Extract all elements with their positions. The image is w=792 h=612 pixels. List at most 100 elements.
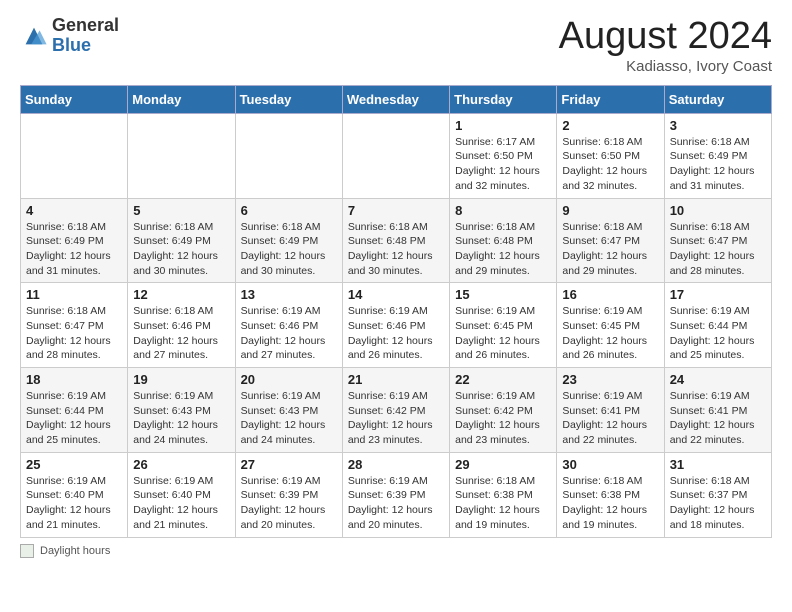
day-info: Sunrise: 6:18 AM Sunset: 6:48 PM Dayligh… bbox=[348, 220, 444, 279]
day-info: Sunrise: 6:18 AM Sunset: 6:47 PM Dayligh… bbox=[26, 304, 122, 363]
day-number: 22 bbox=[455, 372, 551, 387]
logo-general-text: General bbox=[52, 16, 119, 36]
day-number: 11 bbox=[26, 287, 122, 302]
table-row: 19 Sunrise: 6:19 AM Sunset: 6:43 PM Dayli… bbox=[128, 368, 235, 453]
day-number: 17 bbox=[670, 287, 766, 302]
table-row: 29Sunrise: 6:18 AM Sunset: 6:38 PM Dayli… bbox=[450, 452, 557, 537]
day-number: 23 bbox=[562, 372, 658, 387]
day-info: Sunrise: 6:18 AM Sunset: 6:47 PM Dayligh… bbox=[562, 220, 658, 279]
table-row: 18 Sunrise: 6:19 AM Sunset: 6:44 PM Dayli… bbox=[21, 368, 128, 453]
month-title: August 2024 bbox=[559, 16, 772, 58]
day-number: 14 bbox=[348, 287, 444, 302]
table-row: 6 Sunrise: 6:18 AM Sunset: 6:49 PM Daylig… bbox=[235, 198, 342, 283]
calendar-header-row: Sunday Monday Tuesday Wednesday Thursday… bbox=[21, 85, 772, 113]
header-monday: Monday bbox=[128, 85, 235, 113]
header-saturday: Saturday bbox=[664, 85, 771, 113]
day-info: Sunrise: 6:19 AM Sunset: 6:40 PM Dayligh… bbox=[26, 474, 122, 533]
header: General Blue August 2024 Kadiasso, Ivory… bbox=[20, 16, 772, 75]
day-info: Sunrise: 6:19 AM Sunset: 6:45 PM Dayligh… bbox=[455, 304, 551, 363]
day-number: 12 bbox=[133, 287, 229, 302]
table-row: 31Sunrise: 6:18 AM Sunset: 6:37 PM Dayli… bbox=[664, 452, 771, 537]
day-info: Sunrise: 6:18 AM Sunset: 6:49 PM Dayligh… bbox=[133, 220, 229, 279]
day-info: Sunrise: 6:18 AM Sunset: 6:48 PM Dayligh… bbox=[455, 220, 551, 279]
table-row: 10 Sunrise: 6:18 AM Sunset: 6:47 PM Dayli… bbox=[664, 198, 771, 283]
day-info: Sunrise: 6:19 AM Sunset: 6:39 PM Dayligh… bbox=[241, 474, 337, 533]
day-info: Sunrise: 6:19 AM Sunset: 6:41 PM Dayligh… bbox=[562, 389, 658, 448]
table-row bbox=[21, 113, 128, 198]
day-number: 7 bbox=[348, 203, 444, 218]
daylight-legend-label: Daylight hours bbox=[40, 545, 110, 557]
table-row: 15 Sunrise: 6:19 AM Sunset: 6:45 PM Dayli… bbox=[450, 283, 557, 368]
table-row: 3 Sunrise: 6:18 AM Sunset: 6:49 PM Daylig… bbox=[664, 113, 771, 198]
table-row: 16Sunrise: 6:19 AM Sunset: 6:45 PM Dayli… bbox=[557, 283, 664, 368]
day-info: Sunrise: 6:18 AM Sunset: 6:49 PM Dayligh… bbox=[670, 135, 766, 194]
day-info: Sunrise: 6:18 AM Sunset: 6:38 PM Dayligh… bbox=[562, 474, 658, 533]
table-row: 27 Sunrise: 6:19 AM Sunset: 6:39 PM Dayli… bbox=[235, 452, 342, 537]
logo-icon bbox=[20, 22, 48, 50]
table-row: 20 Sunrise: 6:19 AM Sunset: 6:43 PM Dayli… bbox=[235, 368, 342, 453]
table-row: 9Sunrise: 6:18 AM Sunset: 6:47 PM Daylig… bbox=[557, 198, 664, 283]
day-number: 20 bbox=[241, 372, 337, 387]
table-row: 22 Sunrise: 6:19 AM Sunset: 6:42 PM Dayli… bbox=[450, 368, 557, 453]
day-number: 16 bbox=[562, 287, 658, 302]
day-number: 19 bbox=[133, 372, 229, 387]
calendar-table: Sunday Monday Tuesday Wednesday Thursday… bbox=[20, 85, 772, 538]
day-info: Sunrise: 6:17 AM Sunset: 6:50 PM Dayligh… bbox=[455, 135, 551, 194]
table-row: 13 Sunrise: 6:19 AM Sunset: 6:46 PM Dayli… bbox=[235, 283, 342, 368]
table-row: 21Sunrise: 6:19 AM Sunset: 6:42 PM Dayli… bbox=[342, 368, 449, 453]
day-number: 2 bbox=[562, 118, 658, 133]
day-number: 31 bbox=[670, 457, 766, 472]
day-number: 27 bbox=[241, 457, 337, 472]
table-row bbox=[235, 113, 342, 198]
table-row bbox=[128, 113, 235, 198]
day-info: Sunrise: 6:19 AM Sunset: 6:46 PM Dayligh… bbox=[348, 304, 444, 363]
table-row: 5Sunrise: 6:18 AM Sunset: 6:49 PM Daylig… bbox=[128, 198, 235, 283]
calendar-week-1: 1 Sunrise: 6:17 AM Sunset: 6:50 PM Daylig… bbox=[21, 113, 772, 198]
table-row: 14 Sunrise: 6:19 AM Sunset: 6:46 PM Dayli… bbox=[342, 283, 449, 368]
table-row: 4 Sunrise: 6:18 AM Sunset: 6:49 PM Daylig… bbox=[21, 198, 128, 283]
table-row: 25 Sunrise: 6:19 AM Sunset: 6:40 PM Dayli… bbox=[21, 452, 128, 537]
day-number: 26 bbox=[133, 457, 229, 472]
day-number: 10 bbox=[670, 203, 766, 218]
daylight-legend-box bbox=[20, 544, 34, 558]
day-number: 3 bbox=[670, 118, 766, 133]
day-number: 15 bbox=[455, 287, 551, 302]
day-info: Sunrise: 6:18 AM Sunset: 6:47 PM Dayligh… bbox=[670, 220, 766, 279]
logo: General Blue bbox=[20, 16, 119, 56]
calendar-week-2: 4 Sunrise: 6:18 AM Sunset: 6:49 PM Daylig… bbox=[21, 198, 772, 283]
page: General Blue August 2024 Kadiasso, Ivory… bbox=[0, 0, 792, 568]
day-number: 13 bbox=[241, 287, 337, 302]
day-info: Sunrise: 6:18 AM Sunset: 6:49 PM Dayligh… bbox=[26, 220, 122, 279]
logo-blue-text: Blue bbox=[52, 36, 119, 56]
day-info: Sunrise: 6:19 AM Sunset: 6:46 PM Dayligh… bbox=[241, 304, 337, 363]
day-info: Sunrise: 6:19 AM Sunset: 6:44 PM Dayligh… bbox=[26, 389, 122, 448]
day-number: 1 bbox=[455, 118, 551, 133]
day-info: Sunrise: 6:18 AM Sunset: 6:49 PM Dayligh… bbox=[241, 220, 337, 279]
day-info: Sunrise: 6:19 AM Sunset: 6:43 PM Dayligh… bbox=[241, 389, 337, 448]
logo-text: General Blue bbox=[52, 16, 119, 56]
day-number: 6 bbox=[241, 203, 337, 218]
day-number: 25 bbox=[26, 457, 122, 472]
header-tuesday: Tuesday bbox=[235, 85, 342, 113]
day-info: Sunrise: 6:19 AM Sunset: 6:44 PM Dayligh… bbox=[670, 304, 766, 363]
day-number: 24 bbox=[670, 372, 766, 387]
table-row: 2Sunrise: 6:18 AM Sunset: 6:50 PM Daylig… bbox=[557, 113, 664, 198]
title-block: August 2024 Kadiasso, Ivory Coast bbox=[559, 16, 772, 75]
day-info: Sunrise: 6:19 AM Sunset: 6:42 PM Dayligh… bbox=[455, 389, 551, 448]
table-row: 30 Sunrise: 6:18 AM Sunset: 6:38 PM Dayli… bbox=[557, 452, 664, 537]
calendar-week-5: 25 Sunrise: 6:19 AM Sunset: 6:40 PM Dayli… bbox=[21, 452, 772, 537]
table-row: 17 Sunrise: 6:19 AM Sunset: 6:44 PM Dayli… bbox=[664, 283, 771, 368]
table-row bbox=[342, 113, 449, 198]
calendar-week-4: 18 Sunrise: 6:19 AM Sunset: 6:44 PM Dayli… bbox=[21, 368, 772, 453]
day-number: 30 bbox=[562, 457, 658, 472]
header-wednesday: Wednesday bbox=[342, 85, 449, 113]
day-info: Sunrise: 6:18 AM Sunset: 6:46 PM Dayligh… bbox=[133, 304, 229, 363]
header-thursday: Thursday bbox=[450, 85, 557, 113]
day-number: 18 bbox=[26, 372, 122, 387]
table-row: 8Sunrise: 6:18 AM Sunset: 6:48 PM Daylig… bbox=[450, 198, 557, 283]
day-info: Sunrise: 6:19 AM Sunset: 6:43 PM Dayligh… bbox=[133, 389, 229, 448]
day-info: Sunrise: 6:19 AM Sunset: 6:41 PM Dayligh… bbox=[670, 389, 766, 448]
table-row: 11 Sunrise: 6:18 AM Sunset: 6:47 PM Dayli… bbox=[21, 283, 128, 368]
footer-note: Daylight hours bbox=[20, 544, 772, 558]
day-number: 4 bbox=[26, 203, 122, 218]
